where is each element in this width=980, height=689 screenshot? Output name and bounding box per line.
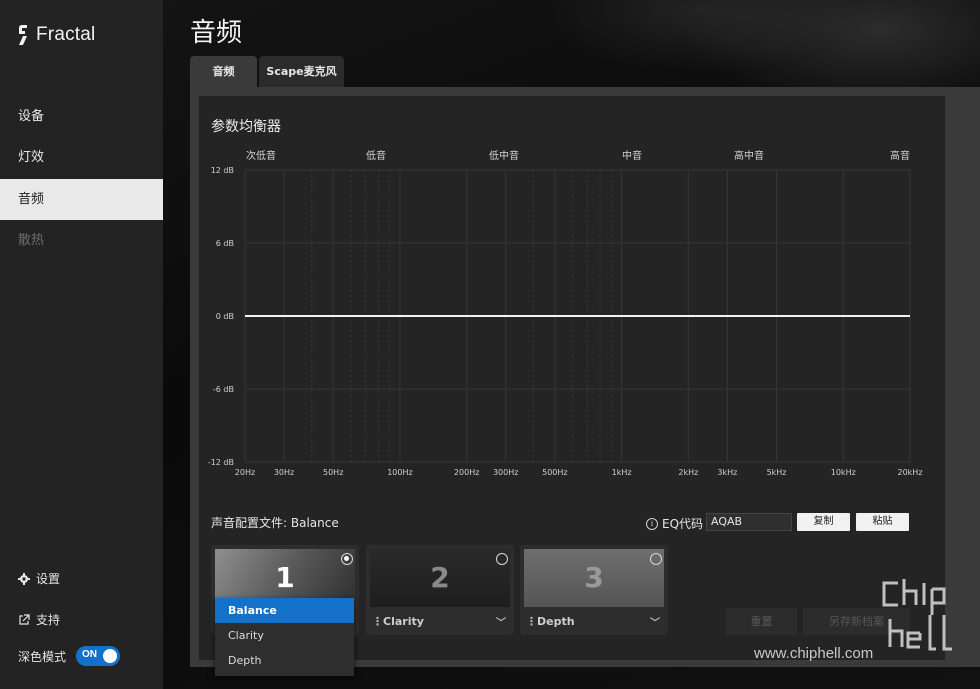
x-tick-label: 200Hz xyxy=(454,468,479,477)
card-radio[interactable] xyxy=(341,553,353,565)
gear-icon xyxy=(18,572,30,585)
eq-code-label-group: i EQ代码 xyxy=(646,515,703,532)
profile-card-2[interactable]: 2 ⋮ Clarity ﹀ xyxy=(366,545,514,635)
card-name-select[interactable]: ⋮ Clarity ﹀ xyxy=(372,614,508,629)
dropdown-option-depth[interactable]: Depth xyxy=(215,648,354,673)
eq-chart[interactable]: 12 dB 6 dB 0 dB -6 dB -12 dB20Hz 30Hz 50Hz 100H… xyxy=(205,145,935,480)
x-tick-label: 20Hz xyxy=(235,468,255,477)
settings-label: 设置 xyxy=(36,572,61,586)
eq-code-label: EQ代码 xyxy=(662,517,704,531)
x-tick-label: 20kHz xyxy=(897,468,922,477)
sidebar: Fractal 设备 灯效 音频 散热 设置 支持 深色模式 ON xyxy=(0,0,163,689)
dropdown-option-clarity[interactable]: Clarity xyxy=(215,623,354,648)
brand-logo: Fractal xyxy=(18,24,95,46)
tab-audio[interactable]: 音频 xyxy=(190,56,257,87)
sidebar-item-cooling[interactable]: 散热 xyxy=(0,220,163,261)
x-tick-label: 2kHz xyxy=(678,468,698,477)
toggle-state-label: ON xyxy=(82,649,98,660)
card-number: 2 xyxy=(430,561,450,594)
tab-scape-mic[interactable]: Scape麦克风 xyxy=(259,56,344,87)
eq-title: 参数均衡器 xyxy=(211,119,281,135)
card-name: Depth xyxy=(537,615,575,628)
brand-name: Fractal xyxy=(36,24,96,45)
sidebar-item-devices[interactable]: 设备 xyxy=(0,96,163,137)
support-link[interactable]: 支持 xyxy=(18,611,60,628)
x-tick-label: 100Hz xyxy=(387,468,412,477)
external-link-icon xyxy=(19,613,30,625)
chevron-down-icon[interactable]: ﹀ xyxy=(650,614,660,629)
eq-code-field[interactable]: AQAB xyxy=(706,513,792,531)
card-number: 3 xyxy=(584,561,604,594)
x-tick-label: 30Hz xyxy=(274,468,294,477)
x-tick-label: 5kHz xyxy=(767,468,787,477)
card-radio[interactable] xyxy=(650,553,662,565)
card-name-select[interactable]: ⋮ Depth ﹀ xyxy=(526,614,662,629)
x-tick-label: 10kHz xyxy=(831,468,856,477)
watermark-text: www.chiphell.com xyxy=(754,645,874,662)
x-tick-label: 1kHz xyxy=(612,468,632,477)
fractal-logo-icon xyxy=(19,25,27,45)
band-label: 高音 xyxy=(890,149,910,162)
band-label: 高中音 xyxy=(734,149,764,162)
dark-mode-toggle[interactable]: ON xyxy=(76,646,121,666)
copy-button[interactable]: 复制 xyxy=(797,513,850,531)
sidebar-item-audio[interactable]: 音频 xyxy=(0,179,163,220)
card-name: Clarity xyxy=(383,615,424,628)
toggle-knob xyxy=(103,649,118,663)
x-tick-label: 300Hz xyxy=(493,468,518,477)
x-tick-label: 3kHz xyxy=(717,468,737,477)
chiphell-watermark-logo xyxy=(882,579,952,651)
reset-button[interactable]: 重置 xyxy=(726,608,797,635)
x-tick-label: 500Hz xyxy=(542,468,567,477)
profile-dropdown-menu: Balance Clarity Depth xyxy=(215,598,354,676)
dropdown-option-balance[interactable]: Balance xyxy=(215,598,354,623)
card-thumbnail: 2 xyxy=(370,549,510,607)
x-tick-label: 50Hz xyxy=(323,468,343,477)
dark-mode-label: 深色模式 xyxy=(18,649,67,664)
info-icon[interactable]: i xyxy=(646,517,658,530)
card-thumbnail: 3 xyxy=(524,549,664,607)
y-tick-label: -6 dB xyxy=(213,385,234,394)
sidebar-item-lighting[interactable]: 灯效 xyxy=(0,137,163,178)
y-tick-label: -12 dB xyxy=(208,458,234,467)
y-tick-label: 0 dB xyxy=(216,312,234,321)
support-label: 支持 xyxy=(36,613,61,627)
card-radio[interactable] xyxy=(496,553,508,565)
profile-label: 声音配置文件: Balance xyxy=(211,516,339,530)
band-label: 低中音 xyxy=(489,149,519,162)
chevron-down-icon[interactable]: ﹀ xyxy=(496,614,506,629)
band-label: 次低音 xyxy=(246,149,276,162)
paste-button[interactable]: 粘贴 xyxy=(856,513,909,531)
drag-handle-icon[interactable]: ⋮ xyxy=(526,615,537,628)
settings-link[interactable]: 设置 xyxy=(18,570,60,587)
page-title: 音频 xyxy=(190,18,243,48)
band-label: 低音 xyxy=(366,149,386,162)
y-tick-label: 6 dB xyxy=(216,239,234,248)
y-tick-label: 12 dB xyxy=(211,166,234,175)
profile-card-3[interactable]: 3 ⋮ Depth ﹀ xyxy=(520,545,668,635)
band-label: 中音 xyxy=(622,149,642,162)
dark-mode-row: 深色模式 ON xyxy=(18,646,121,666)
card-number: 1 xyxy=(275,561,295,594)
drag-handle-icon[interactable]: ⋮ xyxy=(372,615,383,628)
